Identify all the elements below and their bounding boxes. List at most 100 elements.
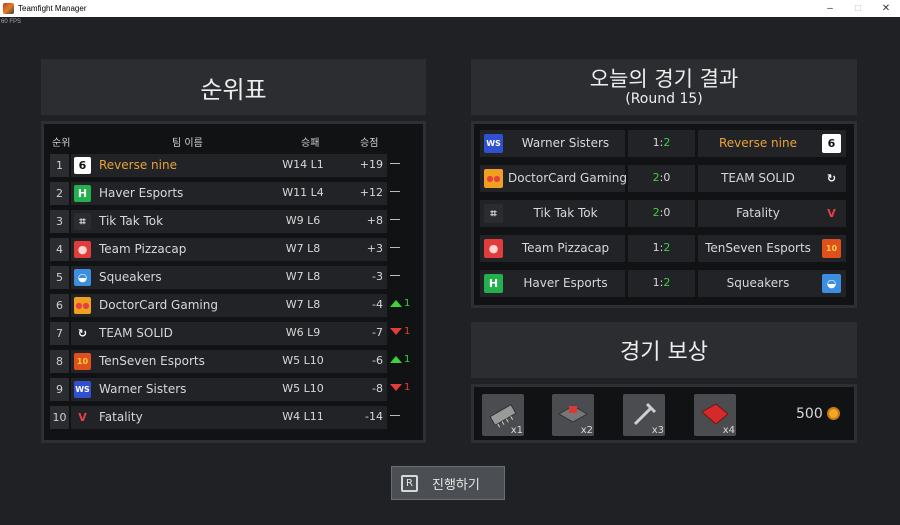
team-points: -7 [372, 326, 383, 339]
team-pizzacap-logo: ● [74, 241, 91, 258]
tenseven-esports-logo: 10 [822, 239, 841, 258]
match-away: TEAM SOLID ↻ [698, 165, 846, 192]
results-header: 오늘의 경기 결과 (Round 15) [471, 59, 857, 115]
rank-number: 4 [50, 238, 69, 261]
standings-header: 순위표 [41, 59, 426, 115]
rank-down-icon [390, 327, 402, 335]
score: 1:2 [628, 241, 695, 254]
team-points: -14 [365, 410, 383, 423]
team-record: W7 L8 [285, 242, 321, 255]
no-change-icon [390, 219, 400, 220]
team-solid-logo: ↻ [74, 325, 91, 342]
reward-item[interactable]: x4 [694, 394, 736, 436]
rank-number: 8 [50, 350, 69, 373]
no-change-icon [390, 191, 400, 192]
standings-row[interactable]: 5 ◒ Squeakers W7 L8 -3 [50, 266, 422, 289]
match-result-row[interactable]: WS Warner Sisters 1:2 Reverse nine 6 [480, 130, 846, 157]
maximize-button[interactable]: □ [844, 0, 872, 17]
tik-tak-tok-logo: ⌗ [74, 213, 91, 230]
proceed-button[interactable]: R 진행하기 [391, 466, 505, 500]
standings-row[interactable]: 2 H Haver Esports W11 L4 +12 [50, 182, 422, 205]
standings-row[interactable]: 9 WS Warner Sisters W5 L10 -8 1 [50, 378, 422, 401]
rank-change: 1 [390, 298, 420, 309]
away-team-name: Fatality [736, 206, 780, 220]
no-change-icon [390, 247, 400, 248]
reward-count: x2 [580, 425, 593, 436]
team-record: W7 L8 [285, 298, 321, 311]
match-home: ● Team Pizzacap [480, 235, 625, 262]
team-pizzacap-logo: ● [484, 239, 503, 258]
standings-row[interactable]: 10 V Fatality W4 L11 -14 [50, 406, 422, 429]
team-record: W9 L6 [285, 214, 321, 227]
haver-esports-logo: H [74, 185, 91, 202]
no-change-icon [390, 163, 400, 164]
rank-change [390, 158, 420, 169]
rank-change [390, 186, 420, 197]
col-rank: 순위 [52, 138, 71, 149]
match-result-row[interactable]: ●● DoctorCard Gaming 2:0 TEAM SOLID ↻ [480, 165, 846, 192]
team-record: W6 L9 [285, 326, 321, 339]
team-record: W4 L11 [282, 410, 324, 423]
rank-number: 5 [50, 266, 69, 289]
minimize-button[interactable]: – [816, 0, 844, 17]
window-title: Teamfight Manager [18, 4, 87, 13]
match-home: WS Warner Sisters [480, 130, 625, 157]
team-name: Tik Tak Tok [99, 214, 164, 228]
away-team-name: Squeakers [726, 276, 790, 290]
reward-item[interactable]: x2 [552, 394, 594, 436]
team-solid-logo: ↻ [822, 169, 841, 188]
score: 1:2 [628, 276, 695, 289]
team-name: Haver Esports [99, 186, 184, 200]
standings-table: 순위 팀 이름 승패 승점 1 6 Reverse nine W14 L1 +19 2 H H… [41, 121, 426, 443]
match-result-row[interactable]: ⌗ Tik Tak Tok 2:0 Fatality V [480, 200, 846, 227]
rank-number: 9 [50, 378, 69, 401]
standings-row[interactable]: 8 10 TenSeven Esports W5 L10 -6 1 [50, 350, 422, 373]
away-team-name: Reverse nine [719, 136, 797, 150]
rank-change-value: 1 [404, 326, 411, 337]
no-change-icon [390, 275, 400, 276]
standings-row-body: ⌗ Tik Tak Tok W9 L6 +8 [71, 210, 387, 233]
standings-row[interactable]: 6 ●● DoctorCard Gaming W7 L8 -4 1 [50, 294, 422, 317]
reward-item[interactable]: x3 [623, 394, 665, 436]
reward-item[interactable]: x1 [482, 394, 524, 436]
rank-number: 10 [50, 406, 69, 429]
match-result-row[interactable]: ● Team Pizzacap 1:2 TenSeven Esports 10 [480, 235, 846, 262]
rank-change [390, 214, 420, 225]
doctorcard-gaming-logo: ●● [74, 297, 91, 314]
team-points: -4 [372, 298, 383, 311]
match-home: H Haver Esports [480, 270, 625, 297]
team-record: W14 L1 [282, 158, 324, 171]
score: 1:2 [628, 136, 695, 149]
standings-row[interactable]: 4 ● Team Pizzacap W7 L8 +3 [50, 238, 422, 261]
reverse-nine-logo: 6 [74, 157, 91, 174]
reward-count: x3 [651, 425, 664, 436]
app-icon [3, 3, 14, 14]
results-round: (Round 15) [625, 90, 703, 107]
rank-change [390, 242, 420, 253]
standings-row[interactable]: 3 ⌗ Tik Tak Tok W9 L6 +8 [50, 210, 422, 233]
rank-change-value: 1 [404, 382, 411, 393]
team-record: W11 L4 [282, 186, 324, 199]
match-away: Reverse nine 6 [698, 130, 846, 157]
col-record: 승패 [301, 138, 320, 149]
close-button[interactable]: ✕ [872, 0, 900, 17]
standings-row[interactable]: 7 ↻ TEAM SOLID W6 L9 -7 1 [50, 322, 422, 345]
team-points: +3 [366, 242, 383, 255]
away-team-name: TenSeven Esports [705, 241, 811, 255]
standings-title: 순위표 [200, 75, 267, 104]
fatality-logo: V [822, 204, 841, 223]
team-name: DoctorCard Gaming [99, 298, 218, 312]
match-result-row[interactable]: H Haver Esports 1:2 Squeakers ◒ [480, 270, 846, 297]
match-score: 2:0 [628, 200, 695, 227]
standings-row-body: 10 TenSeven Esports W5 L10 -6 [71, 350, 387, 373]
away-team-name: TEAM SOLID [721, 171, 795, 185]
team-points: -3 [372, 270, 383, 283]
window-titlebar: Teamfight Manager – □ ✕ [0, 0, 900, 17]
rank-number: 3 [50, 210, 69, 233]
standings-row[interactable]: 1 6 Reverse nine W14 L1 +19 [50, 154, 422, 177]
standings-column-headers: 순위 팀 이름 승패 승점 [52, 134, 424, 150]
home-team-name: Haver Esports [523, 276, 608, 290]
away-score: 2 [663, 136, 671, 149]
squeakers-logo: ◒ [822, 274, 841, 293]
match-home: ●● DoctorCard Gaming [480, 165, 627, 192]
